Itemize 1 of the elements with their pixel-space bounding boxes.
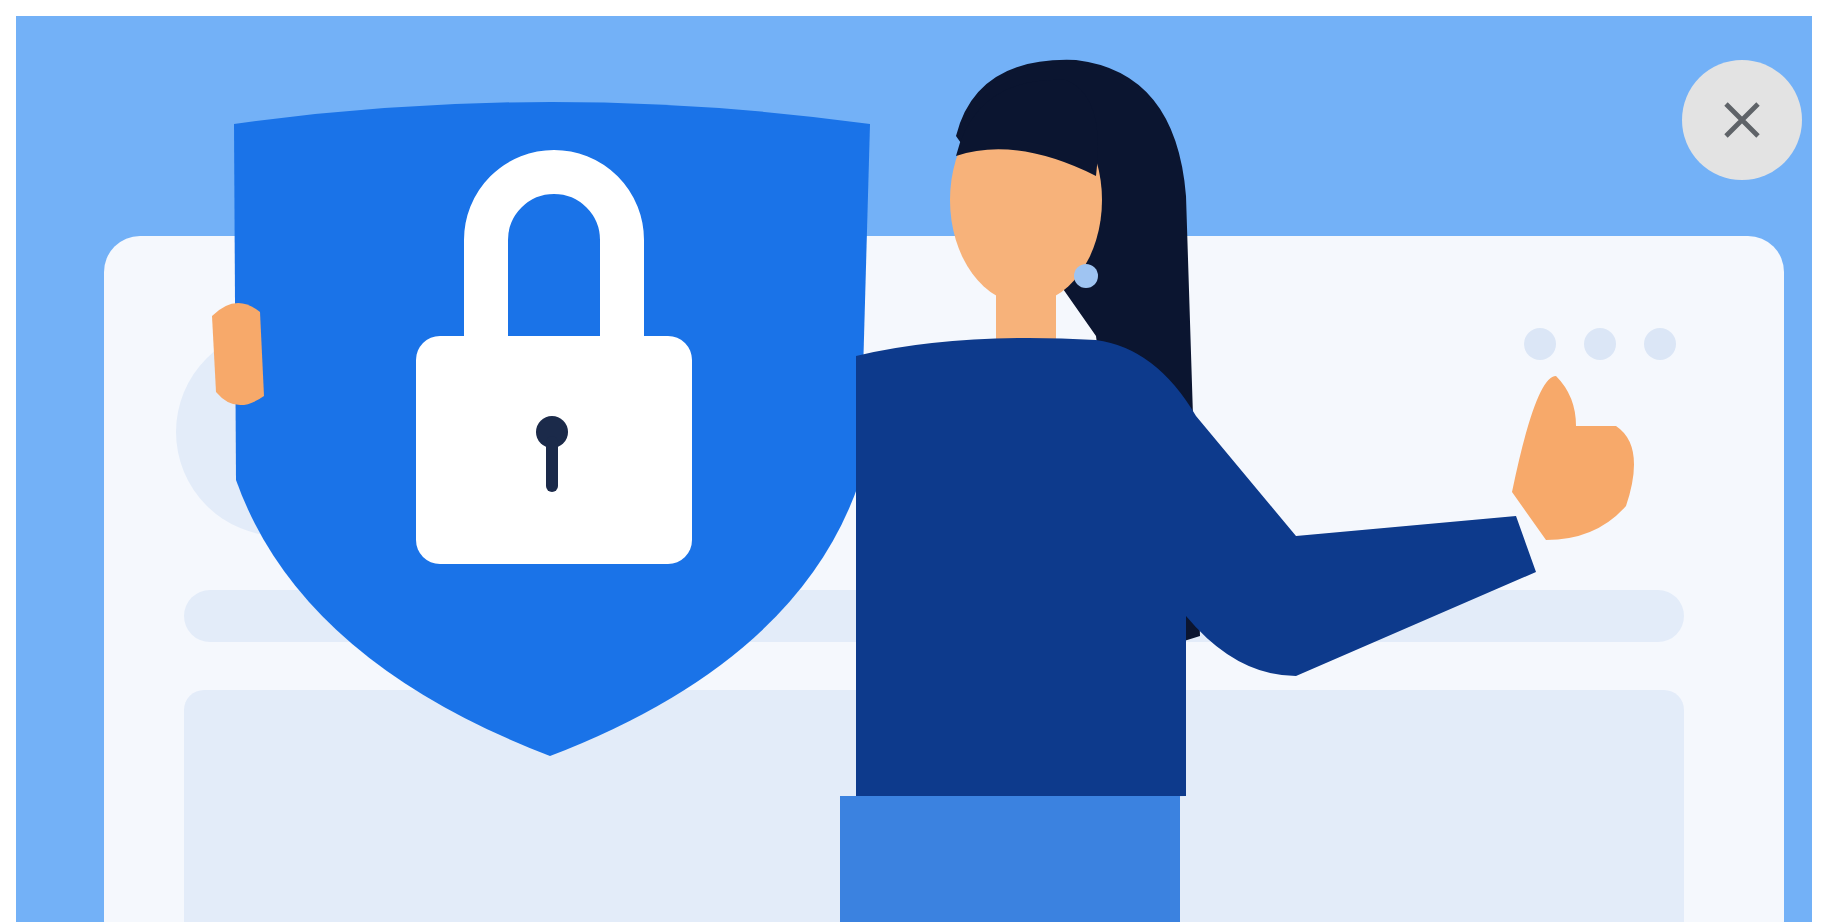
- close-icon: [1720, 98, 1764, 142]
